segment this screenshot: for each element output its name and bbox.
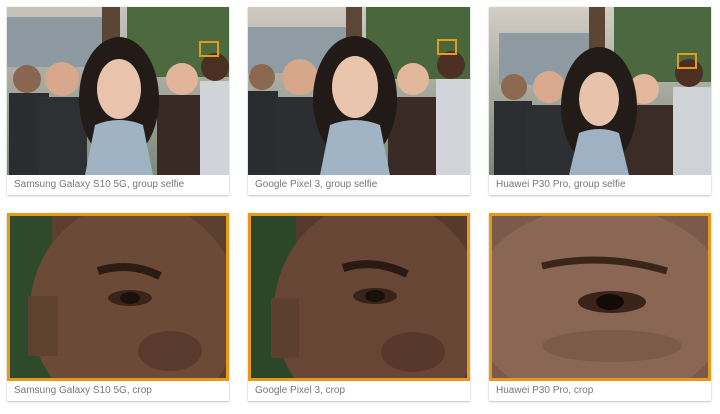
face-crop-image[interactable] xyxy=(489,213,711,381)
card-huawei-group-selfie[interactable]: Huawei P30 Pro, group selfie xyxy=(489,7,711,195)
face-crop-image[interactable] xyxy=(248,213,470,381)
card-samsung-group-selfie[interactable]: Samsung Galaxy S10 5G, group selfie xyxy=(7,7,229,195)
card-caption: Google Pixel 3, crop xyxy=(248,381,470,401)
card-caption: Google Pixel 3, group selfie xyxy=(248,175,470,195)
card-caption: Samsung Galaxy S10 5G, crop xyxy=(7,381,229,401)
card-caption: Samsung Galaxy S10 5G, group selfie xyxy=(7,175,229,195)
group-selfie-image[interactable] xyxy=(7,7,229,175)
comparison-gallery: Samsung Galaxy S10 5G, group selfie Goog… xyxy=(0,0,720,414)
focus-highlight-box xyxy=(437,39,457,55)
face-crop-image[interactable] xyxy=(7,213,229,381)
focus-highlight-box xyxy=(199,41,219,57)
focus-highlight-box xyxy=(677,53,697,69)
card-pixel-group-selfie[interactable]: Google Pixel 3, group selfie xyxy=(248,7,470,195)
group-selfie-image[interactable] xyxy=(248,7,470,175)
card-huawei-crop[interactable]: Huawei P30 Pro, crop xyxy=(489,213,711,401)
card-pixel-crop[interactable]: Google Pixel 3, crop xyxy=(248,213,470,401)
card-caption: Huawei P30 Pro, group selfie xyxy=(489,175,711,195)
card-samsung-crop[interactable]: Samsung Galaxy S10 5G, crop xyxy=(7,213,229,401)
group-selfie-image[interactable] xyxy=(489,7,711,175)
card-caption: Huawei P30 Pro, crop xyxy=(489,381,711,401)
